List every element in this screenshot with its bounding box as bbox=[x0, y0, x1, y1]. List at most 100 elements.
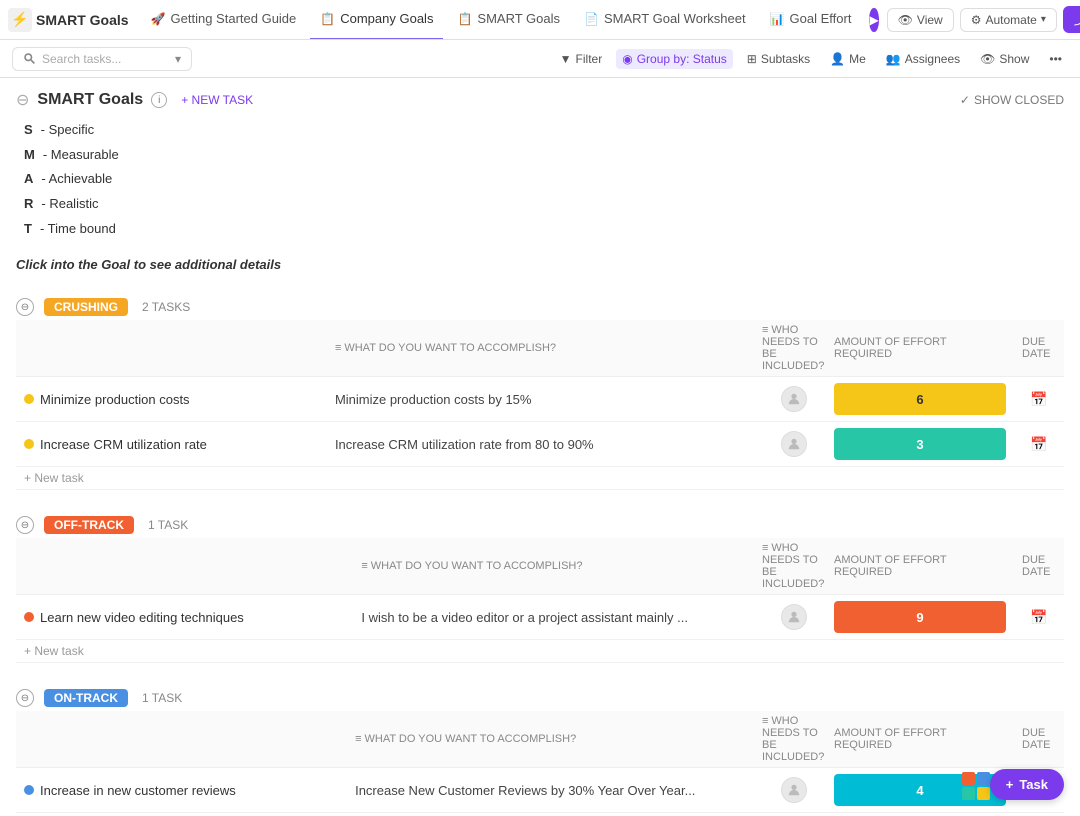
task-effort-t3: 9 bbox=[834, 595, 1014, 640]
calendar-icon-t2[interactable]: 📅 bbox=[1030, 436, 1047, 452]
group-count-ontrack: 1 TASK bbox=[142, 691, 182, 705]
task-who-t3 bbox=[754, 595, 834, 640]
collapse-icon[interactable]: ⊖ bbox=[16, 90, 29, 110]
group-count-crushing: 2 TASKS bbox=[142, 300, 190, 314]
nav-actions: 👁 View ⚙ Automate ▾ ⤴ Share bbox=[887, 6, 1080, 33]
task-due-t2[interactable]: 📅 bbox=[1014, 422, 1064, 467]
task-name-t4: Increase in new customer reviews bbox=[40, 783, 236, 798]
new-task-row-ontrack[interactable]: + New task bbox=[16, 813, 1064, 814]
new-task-row-offtrack[interactable]: + New task bbox=[16, 640, 1064, 663]
task-name-t2: Increase CRM utilization rate bbox=[40, 437, 207, 452]
task-table-crushing: ≡WHAT DO YOU WANT TO ACCOMPLISH? ≡WHO NE… bbox=[16, 320, 1064, 490]
avatar-t3 bbox=[781, 604, 807, 630]
create-task-fab[interactable]: + Task bbox=[990, 769, 1064, 800]
col-effort-crushing: AMOUNT OF EFFORT REQUIRED bbox=[834, 320, 1014, 377]
group-by-icon: ◉ bbox=[622, 52, 632, 66]
smart-goals-icon: 📋 bbox=[457, 12, 472, 26]
task-status-dot-t3 bbox=[24, 612, 34, 622]
subtasks-icon: ⊞ bbox=[747, 52, 757, 66]
more-icon: ••• bbox=[1049, 52, 1062, 66]
tab-smart-goal-worksheet[interactable]: 📄 SMART Goal Worksheet bbox=[574, 0, 756, 40]
table-header-row: ≡WHAT DO YOU WANT TO ACCOMPLISH? ≡WHO NE… bbox=[16, 320, 1064, 377]
calendar-icon-t3[interactable]: 📅 bbox=[1030, 609, 1047, 625]
table-header-row: ≡WHAT DO YOU WANT TO ACCOMPLISH? ≡WHO NE… bbox=[16, 711, 1064, 768]
effort-bar-t1: 6 bbox=[834, 383, 1006, 415]
me-button[interactable]: 👤 Me bbox=[824, 49, 872, 69]
task-name-t3: Learn new video editing techniques bbox=[40, 610, 244, 625]
group-header-offtrack: ⊖ OFF-TRACK 1 TASK bbox=[16, 510, 1064, 538]
task-status-dot-t2 bbox=[24, 439, 34, 449]
search-box[interactable]: Search tasks... ▾ bbox=[12, 47, 192, 71]
group-count-offtrack: 1 TASK bbox=[148, 518, 188, 532]
automate-button[interactable]: ⚙ Automate ▾ bbox=[960, 8, 1057, 32]
table-header-row: ≡WHAT DO YOU WANT TO ACCOMPLISH? ≡WHO NE… bbox=[16, 538, 1064, 595]
tab-goal-effort[interactable]: 📊 Goal Effort bbox=[760, 0, 862, 40]
col-who-offtrack: ≡WHO NEEDS TO BE INCLUDED? bbox=[754, 538, 834, 595]
effort-bar-t2: 3 bbox=[834, 428, 1006, 460]
group-badge-ontrack[interactable]: ON-TRACK bbox=[44, 689, 128, 707]
task-effort-t1: 6 bbox=[834, 377, 1014, 422]
accomplish-col-icon: ≡ bbox=[335, 342, 341, 354]
acronym-list: S- Specific M- Measurable A- Achievable … bbox=[24, 118, 1064, 241]
accomplish-col-icon: ≡ bbox=[355, 733, 361, 745]
group-badge-offtrack[interactable]: OFF-TRACK bbox=[44, 516, 134, 534]
show-button[interactable]: 👁 Show bbox=[974, 49, 1035, 69]
table-row[interactable]: Learn new video editing techniques I wis… bbox=[16, 595, 1064, 640]
task-effort-t2: 3 bbox=[834, 422, 1014, 467]
more-tabs-button[interactable]: ▶ bbox=[869, 8, 878, 32]
table-row[interactable]: Minimize production costs Minimize produ… bbox=[16, 377, 1064, 422]
accomplish-col-icon: ≡ bbox=[361, 560, 367, 572]
task-due-t3[interactable]: 📅 bbox=[1014, 595, 1064, 640]
group-collapse-ontrack[interactable]: ⊖ bbox=[16, 689, 34, 707]
group-collapse-offtrack[interactable]: ⊖ bbox=[16, 516, 34, 534]
group-crushing: ⊖ CRUSHING 2 TASKS ≡WHAT DO YOU WANT TO … bbox=[16, 292, 1064, 490]
table-row[interactable]: Increase CRM utilization rate Increase C… bbox=[16, 422, 1064, 467]
tab-company-goals[interactable]: 📋 Company Goals bbox=[310, 0, 443, 40]
task-table-ontrack: ≡WHAT DO YOU WANT TO ACCOMPLISH? ≡WHO NE… bbox=[16, 711, 1064, 814]
new-task-row-crushing[interactable]: + New task bbox=[16, 467, 1064, 490]
col-due-ontrack: DUE DATE bbox=[1014, 711, 1064, 768]
group-collapse-crushing[interactable]: ⊖ bbox=[16, 298, 34, 316]
share-button[interactable]: ⤴ Share bbox=[1063, 6, 1080, 33]
task-name-t1: Minimize production costs bbox=[40, 392, 190, 407]
view-button[interactable]: 👁 View bbox=[887, 8, 954, 32]
worksheet-icon: 📄 bbox=[584, 12, 599, 26]
main-content: ⊖ SMART Goals i + NEW TASK ✓ SHOW CLOSED… bbox=[0, 78, 1080, 814]
subtasks-button[interactable]: ⊞ Subtasks bbox=[741, 49, 816, 69]
avatar-t2 bbox=[781, 431, 807, 457]
task-who-t2 bbox=[754, 422, 834, 467]
who-col-icon: ≡ bbox=[762, 715, 768, 727]
new-task-button[interactable]: + NEW TASK bbox=[175, 91, 259, 109]
info-icon[interactable]: i bbox=[151, 92, 167, 108]
getting-started-icon: 🚀 bbox=[151, 12, 166, 26]
page-title: SMART Goals bbox=[37, 91, 143, 109]
assignees-button[interactable]: 👥 Assignees bbox=[880, 49, 966, 69]
toolbar: Search tasks... ▾ ▼ Filter ◉ Group by: S… bbox=[0, 40, 1080, 78]
calendar-icon-t1[interactable]: 📅 bbox=[1030, 391, 1047, 407]
task-due-t1[interactable]: 📅 bbox=[1014, 377, 1064, 422]
tab-getting-started[interactable]: 🚀 Getting Started Guide bbox=[141, 0, 307, 40]
me-icon: 👤 bbox=[830, 52, 845, 66]
col-effort-offtrack: AMOUNT OF EFFORT REQUIRED bbox=[834, 538, 1014, 595]
col-who-crushing: ≡WHO NEEDS TO BE INCLUDED? bbox=[754, 320, 834, 377]
color-grid-button[interactable] bbox=[962, 772, 990, 800]
who-col-icon: ≡ bbox=[762, 324, 768, 336]
group-by-button[interactable]: ◉ Group by: Status bbox=[616, 49, 733, 69]
col-due-offtrack: DUE DATE bbox=[1014, 538, 1064, 595]
filter-button[interactable]: ▼ Filter bbox=[554, 49, 609, 69]
tab-smart-goals[interactable]: 📋 SMART Goals bbox=[447, 0, 570, 40]
group-badge-crushing[interactable]: CRUSHING bbox=[44, 298, 128, 316]
more-options-button[interactable]: ••• bbox=[1043, 49, 1068, 69]
table-row[interactable]: Increase in new customer reviews Increas… bbox=[16, 768, 1064, 813]
task-table-offtrack: ≡WHAT DO YOU WANT TO ACCOMPLISH? ≡WHO NE… bbox=[16, 538, 1064, 663]
task-accomplish-t2: Increase CRM utilization rate from 80 to… bbox=[327, 422, 754, 467]
automate-icon: ⚙ bbox=[971, 13, 982, 27]
show-icon: 👁 bbox=[980, 52, 995, 66]
company-goals-icon: 📋 bbox=[320, 12, 335, 26]
col-task-name bbox=[16, 538, 353, 595]
task-accomplish-t4: Increase New Customer Reviews by 30% Yea… bbox=[347, 768, 754, 813]
avatar-t1 bbox=[781, 386, 807, 412]
col-accomplish-crushing: ≡WHAT DO YOU WANT TO ACCOMPLISH? bbox=[327, 320, 754, 377]
show-closed-button[interactable]: ✓ SHOW CLOSED bbox=[960, 93, 1064, 107]
app-icon: ⚡ bbox=[8, 8, 32, 32]
